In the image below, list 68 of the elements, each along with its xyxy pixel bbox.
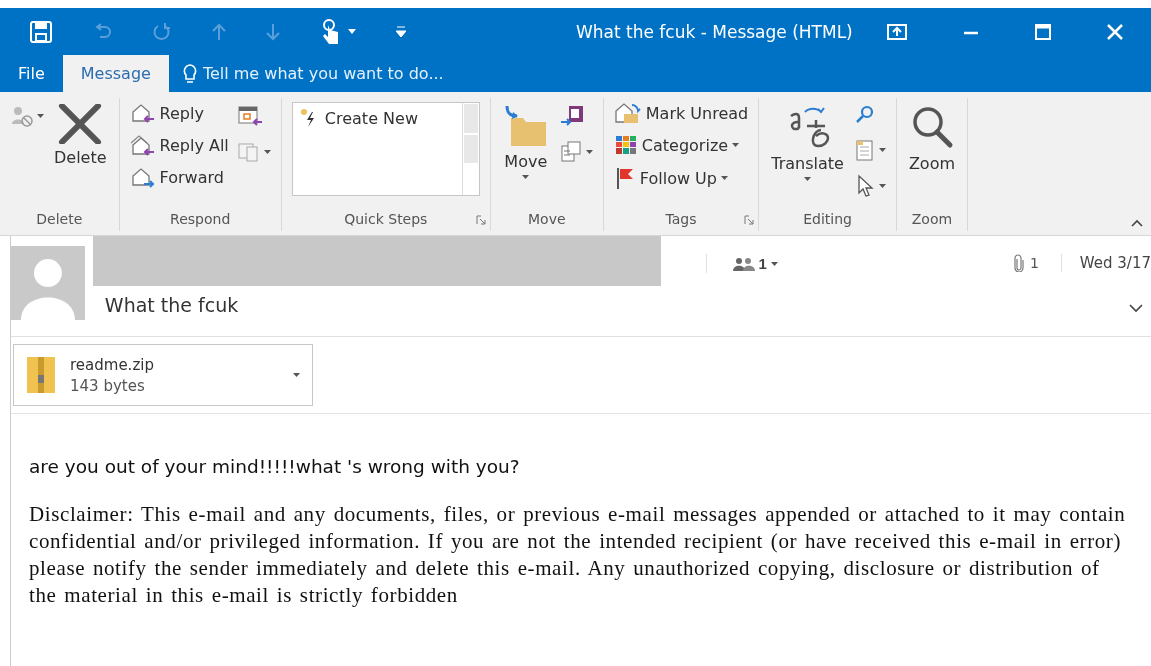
onenote-icon[interactable] [558,104,585,128]
zip-folder-icon [26,355,56,395]
caret-icon [263,150,271,154]
dialog-launcher-icon[interactable] [475,215,486,225]
caret-icon [878,184,886,188]
group-label: Respond [170,211,231,229]
ribbon-button[interactable]: Zoom [906,100,957,177]
ribbon-button[interactable]: Mark Unread [613,100,749,126]
caret-icon [732,143,740,147]
dialog-launcher-icon[interactable] [744,215,755,225]
group-label: Move [528,211,566,229]
disclaimer-text: Disclaimer: This e-mail and any documents, files, or previous e-mail messages appended or attached to it may contain confidential and/or privileged information. If you are not the intended recipient (or have received this e-mail in error) please notify the sender immediately and delete this e-mail. Any unauthorized copying, disclosure or distribution of the material in this e-mail is strictly forbidden [29,501,1127,609]
group-label: Editing [803,211,852,229]
caret-icon[interactable] [348,29,356,34]
categorize-icon [613,134,638,156]
caret-icon [720,176,728,180]
customize-icon[interactable] [396,25,406,38]
message-date: Wed 3/17 [1079,254,1151,272]
gallery-item[interactable]: Create New [292,103,462,195]
save-icon[interactable] [30,20,52,43]
group-label: Delete [36,211,83,229]
people-icon [732,256,755,271]
chevron-down-icon[interactable] [1129,304,1143,313]
ribbon-tab[interactable]: File [0,55,63,92]
ribbon-button[interactable]: Delete [52,100,109,171]
attachment-count: 1 [1029,255,1039,271]
ribbon-tab[interactable]: Message [62,55,169,92]
close-icon[interactable] [1107,23,1123,40]
ribbon-button[interactable]: Follow Up [613,164,749,192]
caret-icon [522,175,530,179]
paperclip-icon [1013,254,1024,272]
caret-icon [37,114,44,118]
collapse-ribbon-icon[interactable] [1131,219,1143,227]
group-label: Quick Steps [344,211,428,229]
window-title: What the fcuk - Message (HTML) [575,21,854,42]
ribbon-button[interactable]: Reply [129,100,229,126]
ribbon-button[interactable]: Reply All [129,132,229,158]
forward-icon [129,166,156,188]
attachment-card[interactable]: readme.zip 143 bytes [13,344,313,406]
caret-icon [804,177,812,181]
maximize-icon[interactable] [1035,23,1051,40]
tell-me-field[interactable]: Tell me what you want to do... [202,64,444,83]
calendar-icon[interactable] [236,104,263,128]
message-text: are you out of your mind!!!!!what 's wrong with you? [29,456,521,477]
ribbon-button[interactable]: Forward [129,164,229,190]
ribbon-button[interactable]: Translate [769,100,846,185]
attachment-name: readme.zip [70,355,155,374]
group-label: Zoom [911,211,953,229]
reply-icon [129,102,156,124]
caret-icon [585,150,593,154]
scroll-bar[interactable] [461,103,479,195]
delete-icon [58,104,103,144]
ribbon-options-icon[interactable] [887,23,907,40]
ribbon-button[interactable]: Move [500,100,551,183]
reply-all-icon [129,134,156,156]
ribbon-button[interactable]: Categorize [613,132,749,158]
caret-icon [878,148,886,152]
caret-icon [770,261,778,266]
lightbulb-icon [182,63,197,84]
ignore-icon[interactable] [10,104,34,128]
rules-icon[interactable] [558,140,583,164]
caret-icon [293,373,300,377]
attachment-size: 143 bytes [70,376,146,395]
envelope-icon [613,102,642,124]
group-label: Tags [665,211,697,229]
touch-icon[interactable] [320,18,340,45]
message-subject: What the fcuk [104,294,240,316]
recipients-button[interactable]: 1 [705,254,784,273]
